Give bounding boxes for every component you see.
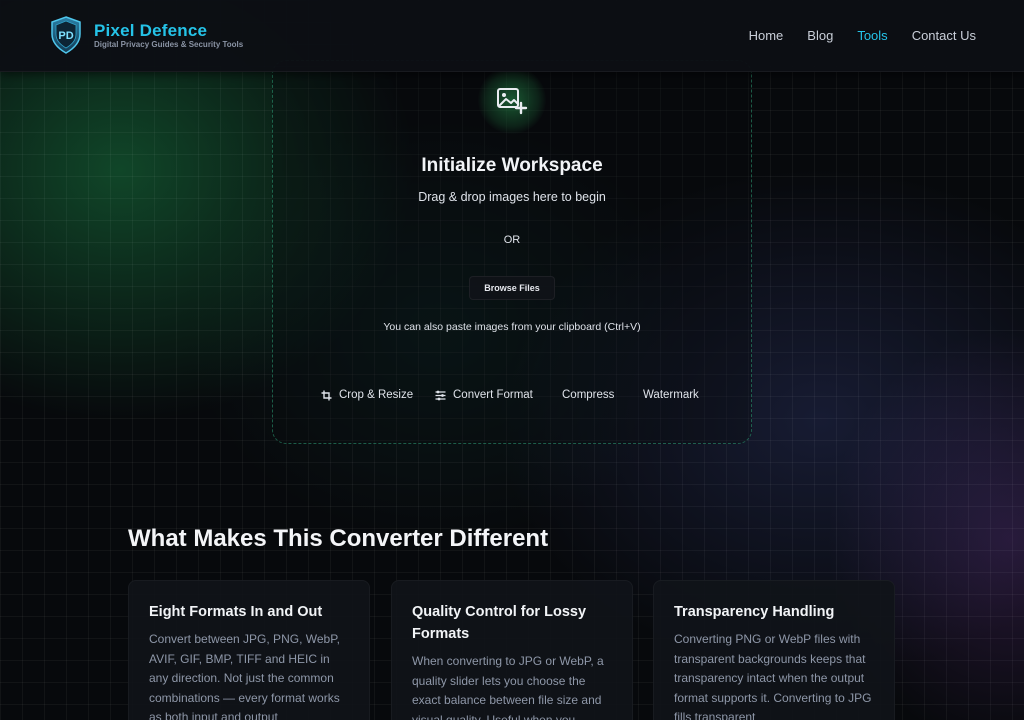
features-section-title: What Makes This Converter Different	[128, 525, 549, 552]
image-add-icon	[497, 88, 528, 115]
top-navbar: PD Pixel Defence Digital Privacy Guides …	[0, 0, 1024, 72]
crop-icon	[321, 390, 332, 400]
brand-tagline: Digital Privacy Guides & Security Tools	[94, 40, 244, 49]
feature-card-description: Converting PNG or WebP files with transp…	[674, 632, 872, 720]
workspace-title: Initialize Workspace	[421, 155, 603, 176]
feature-card: Eight Formats In and Out Convert between…	[128, 580, 370, 720]
nav-link-blog[interactable]: Blog	[807, 28, 833, 43]
tool-tab-label: Watermark	[643, 389, 699, 401]
feature-card-description: When converting to JPG or WebP, a qualit…	[412, 654, 604, 720]
svg-text:PD: PD	[58, 30, 73, 42]
tool-tab-label: Convert Format	[453, 389, 533, 401]
or-divider: OR	[503, 234, 521, 246]
feature-card-title: Eight Formats In and Out	[149, 604, 323, 620]
tool-tab-compress[interactable]: Compress	[562, 389, 614, 401]
feature-card-title: Transparency Handling	[674, 604, 835, 620]
nav-link-contact[interactable]: Contact Us	[912, 28, 976, 43]
tool-tab-watermark[interactable]: Watermark	[643, 389, 699, 401]
shield-logo-icon[interactable]: PD	[50, 16, 82, 54]
feature-card: Transparency Handling Converting PNG or …	[653, 580, 895, 720]
brand-name[interactable]: Pixel Defence	[94, 21, 207, 41]
feature-card: Quality Control for Lossy Formats When c…	[391, 580, 633, 720]
tool-tab-label: Compress	[562, 389, 615, 401]
tool-tab-crop-resize[interactable]: Crop & Resize	[321, 389, 413, 401]
tool-tab-label: Crop & Resize	[339, 389, 414, 401]
browse-files-button[interactable]: Browse Files	[469, 276, 555, 300]
paste-hint: You can also paste images from your clip…	[383, 321, 641, 333]
feature-card-description: Convert between JPG, PNG, WebP, AVIF, GI…	[149, 632, 340, 720]
sliders-icon	[435, 390, 446, 400]
tool-tab-convert-format[interactable]: Convert Format	[435, 389, 533, 401]
nav-link-home[interactable]: Home	[749, 28, 784, 43]
workspace-subtitle: Drag & drop images here to begin	[418, 190, 606, 204]
feature-card-title: Quality Control for Lossy Formats	[412, 604, 587, 642]
nav-link-tools[interactable]: Tools	[857, 28, 887, 43]
main-nav: Home Blog Tools Contact Us	[725, 28, 976, 43]
